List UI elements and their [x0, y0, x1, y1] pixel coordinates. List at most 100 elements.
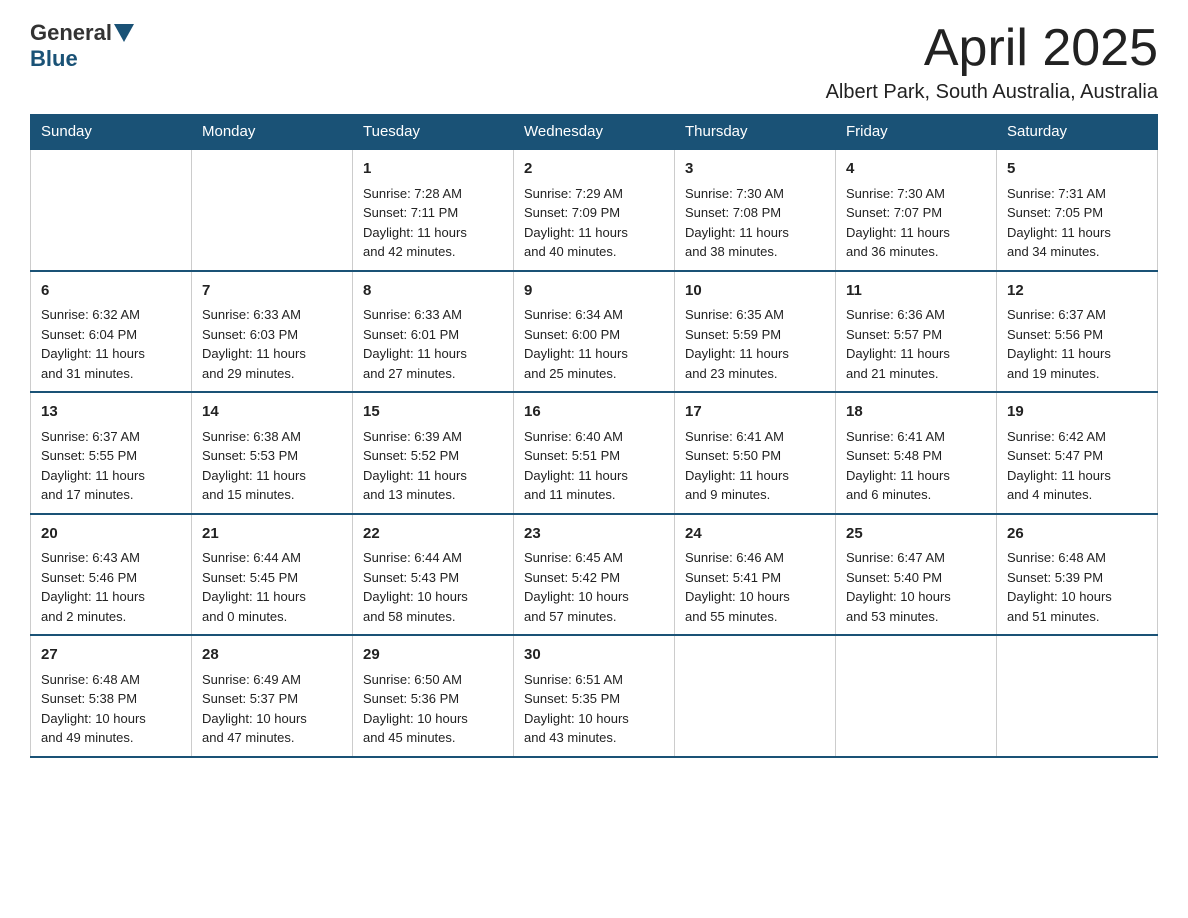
calendar-cell: 12Sunrise: 6:37 AMSunset: 5:56 PMDayligh… [997, 271, 1158, 393]
calendar-cell: 2 Sunrise: 7:29 AMSunset: 7:09 PMDaylight… [514, 149, 675, 271]
calendar-cell: 19 Sunrise: 6:42 AMSunset: 5:47 PMDayligh… [997, 392, 1158, 514]
day-info: Sunrise: 6:43 AMSunset: 5:46 PMDaylight:… [41, 548, 181, 626]
day-number: 2 [524, 158, 664, 181]
day-number: 23 [524, 523, 664, 546]
day-info: Sunrise: 6:47 AMSunset: 5:40 PMDaylight:… [846, 548, 986, 626]
weekday-header-row: SundayMondayTuesdayWednesdayThursdayFrid… [31, 115, 1158, 150]
day-info: Sunrise: 6:35 AMSunset: 5:59 PMDaylight:… [685, 305, 825, 383]
day-info: Sunrise: 6:41 AMSunset: 5:50 PMDaylight:… [685, 427, 825, 505]
day-number: 5 [1007, 158, 1147, 181]
day-number: 30 [524, 644, 664, 667]
day-number: 14 [202, 401, 342, 424]
day-number: 3 [685, 158, 825, 181]
day-number: 25 [846, 523, 986, 546]
calendar-week-row: 20Sunrise: 6:43 AMSunset: 5:46 PMDayligh… [31, 514, 1158, 636]
calendar-cell: 16 Sunrise: 6:40 AMSunset: 5:51 PMDayligh… [514, 392, 675, 514]
location-title: Albert Park, South Australia, Australia [826, 81, 1158, 104]
calendar-cell: 14 Sunrise: 6:38 AMSunset: 5:53 PMDayligh… [192, 392, 353, 514]
day-number: 22 [363, 523, 503, 546]
calendar-cell: 6Sunrise: 6:32 AMSunset: 6:04 PMDaylight… [31, 271, 192, 393]
day-number: 7 [202, 280, 342, 303]
day-number: 21 [202, 523, 342, 546]
day-info: Sunrise: 6:33 AMSunset: 6:01 PMDaylight:… [363, 305, 503, 383]
calendar-cell: 30 Sunrise: 6:51 AMSunset: 5:35 PMDayligh… [514, 635, 675, 757]
day-info: Sunrise: 6:41 AMSunset: 5:48 PMDaylight:… [846, 427, 986, 505]
title-block: April 2025 Albert Park, South Australia,… [826, 20, 1158, 104]
calendar-cell [836, 635, 997, 757]
day-number: 16 [524, 401, 664, 424]
calendar-cell: 1Sunrise: 7:28 AMSunset: 7:11 PMDaylight… [353, 149, 514, 271]
calendar-cell: 21Sunrise: 6:44 AMSunset: 5:45 PMDayligh… [192, 514, 353, 636]
day-number: 27 [41, 644, 181, 667]
calendar-cell: 7Sunrise: 6:33 AMSunset: 6:03 PMDaylight… [192, 271, 353, 393]
day-info: Sunrise: 6:39 AMSunset: 5:52 PMDaylight:… [363, 427, 503, 505]
calendar-cell: 28 Sunrise: 6:49 AMSunset: 5:37 PMDayligh… [192, 635, 353, 757]
calendar-cell: 10Sunrise: 6:35 AMSunset: 5:59 PMDayligh… [675, 271, 836, 393]
logo-blue-text: Blue [30, 46, 78, 72]
weekday-header-tuesday: Tuesday [353, 115, 514, 150]
day-number: 12 [1007, 280, 1147, 303]
day-number: 9 [524, 280, 664, 303]
calendar-cell: 29 Sunrise: 6:50 AMSunset: 5:36 PMDayligh… [353, 635, 514, 757]
day-number: 10 [685, 280, 825, 303]
day-number: 4 [846, 158, 986, 181]
weekday-header-friday: Friday [836, 115, 997, 150]
day-number: 6 [41, 280, 181, 303]
day-info: Sunrise: 6:38 AMSunset: 5:53 PMDaylight:… [202, 427, 342, 505]
day-info: Sunrise: 6:33 AMSunset: 6:03 PMDaylight:… [202, 305, 342, 383]
day-info: Sunrise: 6:50 AMSunset: 5:36 PMDaylight:… [363, 670, 503, 748]
day-info: Sunrise: 6:51 AMSunset: 5:35 PMDaylight:… [524, 670, 664, 748]
calendar-cell [997, 635, 1158, 757]
day-info: Sunrise: 7:28 AMSunset: 7:11 PMDaylight:… [363, 184, 503, 262]
calendar-cell: 9Sunrise: 6:34 AMSunset: 6:00 PMDaylight… [514, 271, 675, 393]
calendar-cell: 3Sunrise: 7:30 AMSunset: 7:08 PMDaylight… [675, 149, 836, 271]
calendar-cell [675, 635, 836, 757]
calendar-week-row: 1Sunrise: 7:28 AMSunset: 7:11 PMDaylight… [31, 149, 1158, 271]
day-number: 28 [202, 644, 342, 667]
day-info: Sunrise: 6:49 AMSunset: 5:37 PMDaylight:… [202, 670, 342, 748]
day-number: 20 [41, 523, 181, 546]
calendar-cell: 5Sunrise: 7:31 AMSunset: 7:05 PMDaylight… [997, 149, 1158, 271]
logo-triangle-icon [114, 24, 134, 42]
day-info: Sunrise: 6:48 AMSunset: 5:39 PMDaylight:… [1007, 548, 1147, 626]
day-info: Sunrise: 6:40 AMSunset: 5:51 PMDaylight:… [524, 427, 664, 505]
day-number: 15 [363, 401, 503, 424]
calendar-cell: 18 Sunrise: 6:41 AMSunset: 5:48 PMDayligh… [836, 392, 997, 514]
calendar-cell: 25Sunrise: 6:47 AMSunset: 5:40 PMDayligh… [836, 514, 997, 636]
calendar-cell: 23Sunrise: 6:45 AMSunset: 5:42 PMDayligh… [514, 514, 675, 636]
calendar-cell: 22Sunrise: 6:44 AMSunset: 5:43 PMDayligh… [353, 514, 514, 636]
calendar-cell: 26Sunrise: 6:48 AMSunset: 5:39 PMDayligh… [997, 514, 1158, 636]
calendar-cell: 13 Sunrise: 6:37 AMSunset: 5:55 PMDayligh… [31, 392, 192, 514]
calendar-cell: 24Sunrise: 6:46 AMSunset: 5:41 PMDayligh… [675, 514, 836, 636]
day-info: Sunrise: 7:29 AMSunset: 7:09 PMDaylight:… [524, 184, 664, 262]
day-info: Sunrise: 6:48 AMSunset: 5:38 PMDaylight:… [41, 670, 181, 748]
day-number: 19 [1007, 401, 1147, 424]
day-info: Sunrise: 6:45 AMSunset: 5:42 PMDaylight:… [524, 548, 664, 626]
day-info: Sunrise: 6:44 AMSunset: 5:45 PMDaylight:… [202, 548, 342, 626]
calendar-week-row: 6Sunrise: 6:32 AMSunset: 6:04 PMDaylight… [31, 271, 1158, 393]
weekday-header-thursday: Thursday [675, 115, 836, 150]
day-info: Sunrise: 6:42 AMSunset: 5:47 PMDaylight:… [1007, 427, 1147, 505]
calendar-week-row: 27 Sunrise: 6:48 AMSunset: 5:38 PMDayligh… [31, 635, 1158, 757]
calendar-cell: 27 Sunrise: 6:48 AMSunset: 5:38 PMDayligh… [31, 635, 192, 757]
day-info: Sunrise: 6:46 AMSunset: 5:41 PMDaylight:… [685, 548, 825, 626]
day-number: 13 [41, 401, 181, 424]
calendar-table: SundayMondayTuesdayWednesdayThursdayFrid… [30, 114, 1158, 758]
day-info: Sunrise: 6:34 AMSunset: 6:00 PMDaylight:… [524, 305, 664, 383]
day-info: Sunrise: 7:30 AMSunset: 7:07 PMDaylight:… [846, 184, 986, 262]
day-number: 26 [1007, 523, 1147, 546]
day-info: Sunrise: 6:37 AMSunset: 5:55 PMDaylight:… [41, 427, 181, 505]
calendar-cell: 8Sunrise: 6:33 AMSunset: 6:01 PMDaylight… [353, 271, 514, 393]
calendar-cell [192, 149, 353, 271]
day-number: 8 [363, 280, 503, 303]
logo: General Blue [30, 20, 136, 72]
day-number: 18 [846, 401, 986, 424]
calendar-cell: 15 Sunrise: 6:39 AMSunset: 5:52 PMDayligh… [353, 392, 514, 514]
weekday-header-saturday: Saturday [997, 115, 1158, 150]
weekday-header-wednesday: Wednesday [514, 115, 675, 150]
weekday-header-sunday: Sunday [31, 115, 192, 150]
month-title: April 2025 [826, 20, 1158, 77]
page-header: General Blue April 2025 Albert Park, Sou… [30, 20, 1158, 104]
day-number: 29 [363, 644, 503, 667]
calendar-cell [31, 149, 192, 271]
